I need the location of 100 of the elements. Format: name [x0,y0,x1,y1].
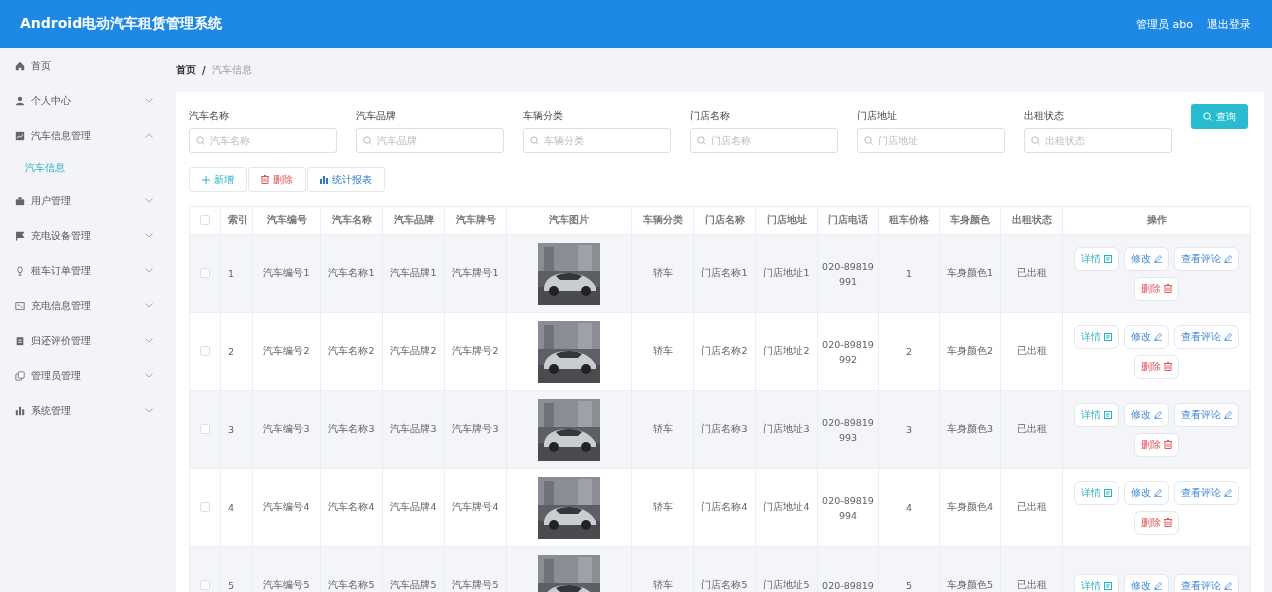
table-cell: 汽车品牌5 [382,546,445,592]
checkbox[interactable] [200,501,210,512]
table-cell: 汽车品牌1 [382,234,445,313]
table-cell: 汽车名称1 [320,234,383,313]
sidebar-item[interactable]: 充电信息管理 [0,288,161,323]
document-icon [1104,488,1112,497]
table-cell: 汽车品牌3 [382,390,445,469]
detail-button[interactable]: 详情 [1074,324,1119,349]
document-icon [1104,581,1112,590]
comment-button[interactable]: 查看评论 [1174,246,1239,271]
add-button[interactable]: 新增 [189,167,247,192]
table-cell: 汽车品牌4 [382,468,445,547]
pencil-icon [1154,488,1162,497]
delete-button[interactable]: 删除 [1134,510,1179,535]
table-cell: 门店地址4 [755,468,818,547]
breadcrumb-item[interactable]: 首页 [176,63,196,77]
table-cell: 轿车 [631,234,694,313]
delete-button[interactable]: 删除 [1134,276,1179,301]
sidebar-item[interactable]: 充电设备管理 [0,218,161,253]
detail-button[interactable]: 详情 [1074,480,1119,505]
edit-button[interactable]: 修改 [1124,480,1169,505]
document-icon [1104,254,1112,263]
table-cell: 车身颜色1 [939,234,1001,313]
edit-button[interactable]: 修改 [1124,573,1169,592]
edit-button[interactable]: 修改 [1124,246,1169,271]
checkbox[interactable] [200,345,210,356]
report-button[interactable]: 统计报表 [307,167,385,192]
detail-button[interactable]: 详情 [1074,246,1119,271]
comment-button[interactable]: 查看评论 [1174,480,1239,505]
sidebar-item[interactable]: 归还评价管理 [0,323,161,358]
table-cell: 门店名称2 [693,312,756,391]
home-icon [15,60,25,71]
table-cell: 已出租 [1000,546,1063,592]
sidebar-item[interactable]: 首页 [0,48,161,83]
sidebar-subitem[interactable]: 汽车信息 [0,153,161,183]
comment-button[interactable]: 查看评论 [1174,324,1239,349]
table-cell: 020-89819 993 [817,390,879,469]
table-cell: 汽车名称5 [320,546,383,592]
table-cell: 汽车牌号4 [444,468,507,547]
field-label: 门店地址 [857,109,897,123]
column-header: 车辆分类 [631,206,694,235]
checkbox[interactable] [200,214,210,225]
flag-icon [15,230,25,241]
pencil-icon [1224,254,1232,263]
comment-button[interactable]: 查看评论 [1174,573,1239,592]
detail-button[interactable]: 详情 [1074,573,1119,592]
delete-button[interactable]: 删除 [248,167,306,192]
search-icon [363,136,372,145]
chart-icon [15,130,25,141]
sidebar-item[interactable]: 租车订单管理 [0,253,161,288]
table-cell: 汽车编号3 [252,390,321,469]
delete-button[interactable]: 删除 [1134,432,1179,457]
table-cell: 020-89819 994 [817,468,879,547]
search-field[interactable]: 门店名称 [690,128,838,153]
field-label: 车辆分类 [523,109,563,123]
document-icon [1104,332,1112,341]
table-cell: 2 [878,312,940,391]
table-cell: 门店名称3 [693,390,756,469]
delete-button[interactable]: 删除 [1134,354,1179,379]
document-icon [1104,410,1112,419]
sidebar-item[interactable]: 个人中心 [0,83,161,118]
table-cell: 已出租 [1000,468,1063,547]
pencil-icon [1154,254,1162,263]
plus-icon [202,175,210,184]
table-cell: 门店地址2 [755,312,818,391]
column-header: 车身颜色 [939,206,1001,235]
table-cell: 轿车 [631,312,694,391]
edit-button[interactable]: 修改 [1124,324,1169,349]
table-cell: 1 [220,234,253,313]
mic-icon [15,265,25,276]
bar-chart-icon [320,175,328,184]
search-button[interactable]: 查询 [1191,104,1248,129]
checkbox[interactable] [200,579,210,590]
column-header: 门店地址 [755,206,818,235]
edit-button[interactable]: 修改 [1124,402,1169,427]
sidebar-item[interactable]: 汽车信息管理 [0,118,161,153]
search-icon [697,136,706,145]
search-field[interactable]: 出租状态 [1024,128,1172,153]
table-cell: 汽车编号1 [252,234,321,313]
table-cell: 020-89819 991 [817,234,879,313]
table-cell: 门店名称5 [693,546,756,592]
table-cell: 020-89819 [817,546,879,592]
user-icon [15,95,25,106]
table-cell: 汽车名称3 [320,390,383,469]
search-field[interactable]: 汽车名称 [189,128,337,153]
table-cell: 汽车名称2 [320,312,383,391]
table-cell: 汽车牌号2 [444,312,507,391]
checkbox[interactable] [200,267,210,278]
column-header: 汽车编号 [252,206,321,235]
sidebar-item[interactable]: 管理员管理 [0,358,161,393]
sidebar-item[interactable]: 系统管理 [0,393,161,428]
table-cell: 门店地址5 [755,546,818,592]
table-cell: 轿车 [631,390,694,469]
detail-button[interactable]: 详情 [1074,402,1119,427]
logout-link[interactable]: 退出登录 [1207,16,1251,32]
table-cell: 汽车编号5 [252,546,321,592]
checkbox[interactable] [200,423,210,434]
comment-button[interactable]: 查看评论 [1174,402,1239,427]
table-cell: 1 [878,234,940,313]
sidebar-item[interactable]: 用户管理 [0,183,161,218]
